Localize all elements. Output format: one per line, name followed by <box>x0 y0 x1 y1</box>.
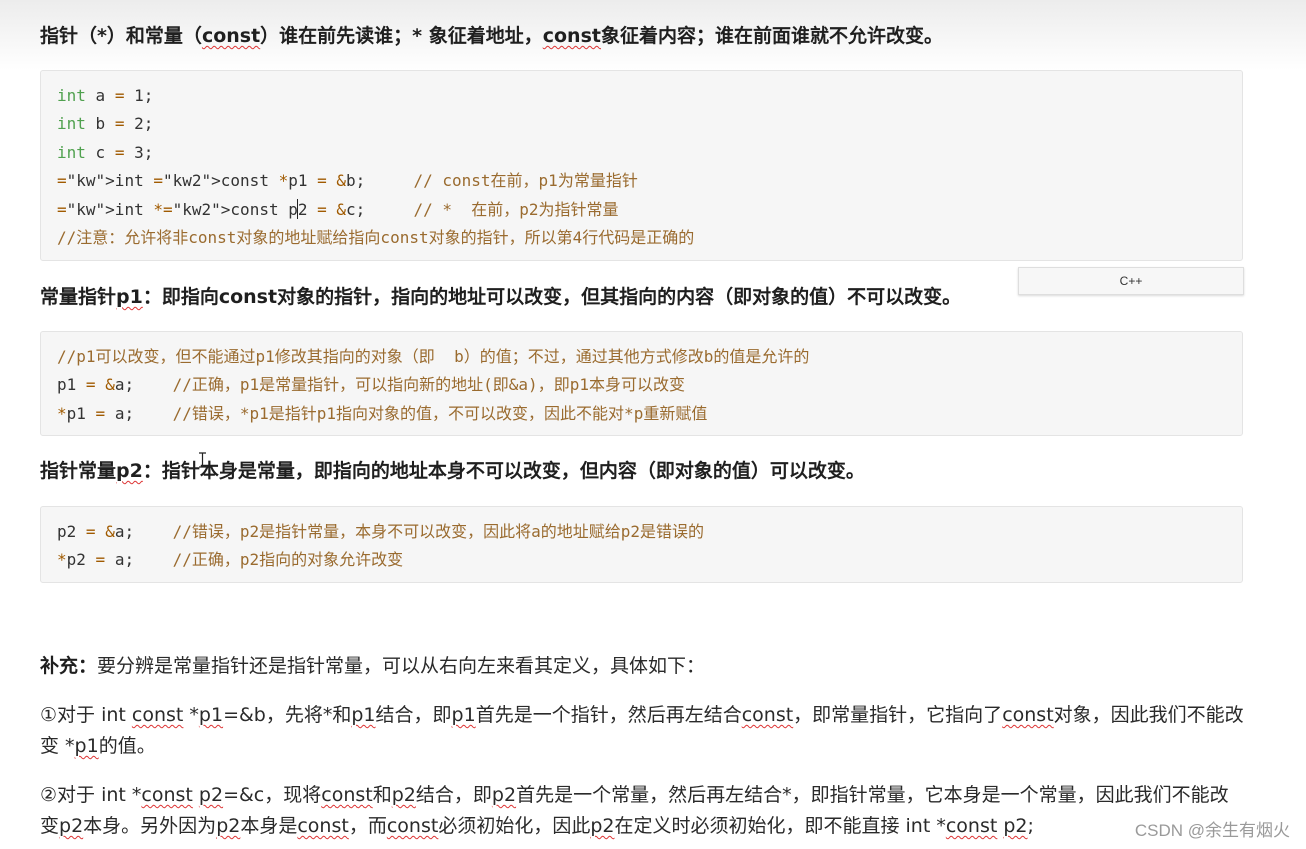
code-line: *p1 = a; //错误，*p1是指针p1指向对象的值，不可以改变，因此不能对… <box>57 403 708 423</box>
heading-const-pointer: 常量指针p1：即指向const对象的指针，指向的地址可以改变，但其指向的内容（即… <box>40 286 962 308</box>
code-line: int b = 2; <box>57 114 154 134</box>
code-line: ="kw">int *="kw2">const p2 = &c; // * 在前… <box>57 198 619 219</box>
point-2-paragraph: ②对于 int *const p2=&c，现将const和p2结合，即p2首先是… <box>40 784 1229 837</box>
code-line: p1 = &a; //正确，p1是常量指针，可以指向新的地址(即&a)，即p1本… <box>57 375 685 395</box>
code-line: //p1可以改变，但不能通过p1修改其指向的对象（即 b）的值；不过，通过其他方… <box>57 347 810 366</box>
supplement-paragraph: 补充：要分辨是常量指针还是指针常量，可以从右向左来看其定义，具体如下： <box>40 655 706 677</box>
code-line: //注意：允许将非const对象的地址赋给指向const对象的指针，所以第4行代… <box>57 227 695 247</box>
code-line: ="kw">int ="kw2">const *p1 = &b; // cons… <box>57 171 638 191</box>
code-line: int a = 1; <box>57 86 154 105</box>
heading-pointer-constant: 指针常量p2：指针本身是常量，即指向的地址本身不可以改变，但内容（即对象的值）可… <box>40 460 865 482</box>
code-line: int c = 3; <box>57 142 154 162</box>
mouse-ibeam-cursor-icon <box>199 452 206 468</box>
heading-pointer-const-rule: 指针（*）和常量（const）谁在前先读谁；* 象征着地址，const象征着内容… <box>40 25 943 47</box>
language-tab-cpp[interactable]: C++ <box>1018 267 1244 295</box>
point-1-paragraph: ①对于 int const *p1=&b，先将*和p1结合，即p1首先是一个指针… <box>40 704 1244 757</box>
code-line: p2 = &a; //错误，p2是指针常量，本身不可以改变，因此将a的地址赋给p… <box>57 522 705 541</box>
code-block-const-pointer[interactable]: //p1可以改变，但不能通过p1修改其指向的对象（即 b）的值；不过，通过其他方… <box>40 331 1243 436</box>
code-line: *p2 = a; //正确，p2指向的对象允许改变 <box>57 550 404 570</box>
csdn-watermark: CSDN @余生有烟火 <box>1134 816 1290 841</box>
code-block-pointer-constant[interactable]: p2 = &a; //错误，p2是指针常量，本身不可以改变，因此将a的地址赋给p… <box>40 506 1243 583</box>
code-block-declarations[interactable]: int a = 1; int b = 2; int c = 3; ="kw">i… <box>40 70 1243 261</box>
